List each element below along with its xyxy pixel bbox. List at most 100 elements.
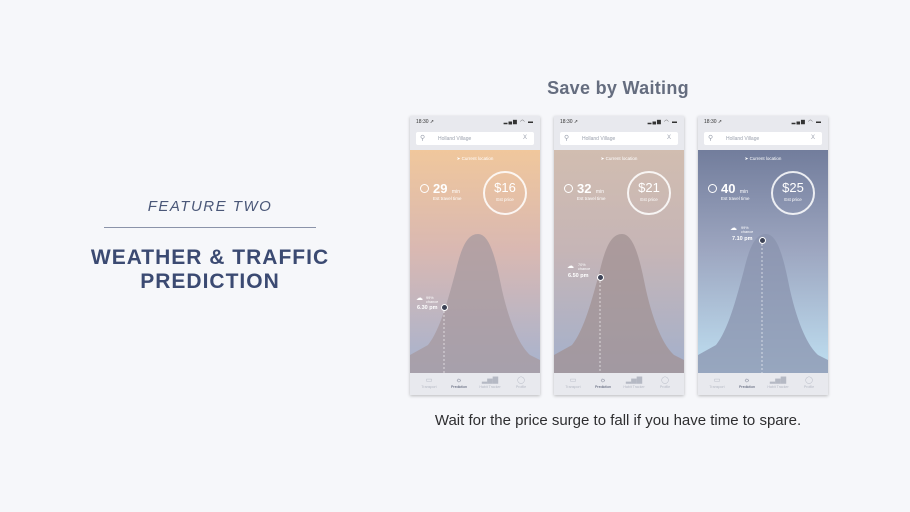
current-location[interactable]: ➤ Current location (698, 156, 828, 162)
price-label: Est price (784, 197, 802, 202)
tab-habit-tracker[interactable]: ▂▅▇ Habit Tracker (765, 376, 791, 389)
tab-label: Profile (659, 385, 671, 389)
tab-label: Prediction (451, 385, 467, 389)
tab-profile[interactable]: ◯ Profile (796, 376, 822, 389)
tab-label: Habit Tracker (479, 385, 501, 389)
tab-label: Transport (421, 385, 437, 389)
tab-label: Profile (803, 385, 815, 389)
price-value: $25 (782, 180, 804, 195)
tab-bar: ▭ Transport ☼ Prediction ▂▅▇ Habit Tracker … (554, 373, 684, 395)
prediction-screen: ➤ Current location 32 min Est travel tim… (554, 150, 684, 373)
caption: Wait for the price surge to fall if you … (434, 412, 802, 429)
cloud-rain-icon: ☁ (416, 295, 423, 302)
tab-transport[interactable]: ▭ Transport (704, 376, 730, 389)
chart-icon: ▂▅▇ (769, 377, 787, 384)
price-value: $16 (494, 180, 516, 195)
profile-icon: ◯ (805, 377, 813, 384)
status-bar: 18:30 ➚ ▂▄▆ ◠ ▬ (698, 116, 828, 128)
search-input[interactable]: ⚲ Holland Village X (416, 132, 534, 145)
price-label: Est price (640, 197, 658, 202)
bus-icon: ▭ (713, 377, 721, 384)
minutes-value: 29 (433, 181, 448, 196)
price-label: Est price (496, 197, 514, 202)
minutes-value: 40 (721, 181, 736, 196)
predicted-time: 6.30 pm (417, 305, 438, 311)
profile-icon: ◯ (661, 377, 669, 384)
tab-prediction[interactable]: ☼ Prediction (590, 376, 616, 389)
search-input[interactable]: ⚲ Holland Village X (560, 132, 678, 145)
signal-wifi-battery-icon: ▂▄▆ ◠ ▬ (791, 119, 822, 125)
clear-icon[interactable]: X (667, 135, 671, 141)
clock-icon (708, 184, 717, 193)
tab-habit-tracker[interactable]: ▂▅▇ Habit Tracker (621, 376, 647, 389)
status-bar: 18:30 ➚ ▂▄▆ ◠ ▬ (410, 116, 540, 128)
location-pin-icon: ⚲ (708, 135, 714, 142)
chart-icon: ▂▅▇ (481, 377, 499, 384)
tab-profile[interactable]: ◯ Profile (508, 376, 534, 389)
current-location[interactable]: ➤ Current location (410, 156, 540, 162)
section-title: Save by Waiting (547, 78, 689, 98)
cloud-rain-icon: ☁ (567, 263, 574, 270)
tab-profile[interactable]: ◯ Profile (652, 376, 678, 389)
current-location[interactable]: ➤ Current location (554, 156, 684, 162)
feature-label: FEATURE TWO (147, 198, 273, 215)
clock-icon (564, 184, 573, 193)
tab-transport[interactable]: ▭ Transport (560, 376, 586, 389)
prediction-screen: ➤ Current location 40 min Est travel tim… (698, 150, 828, 373)
predicted-time: 7.10 pm (732, 236, 753, 242)
travel-time-label: Est travel time (577, 196, 606, 201)
tab-label: Transport (565, 385, 581, 389)
phone-mockup-2: 18:30 ➚ ▂▄▆ ◠ ▬ ⚲ Holland Village X ➤ Cu… (554, 116, 684, 395)
time-marker[interactable] (759, 237, 766, 244)
minutes-value: 32 (577, 181, 592, 196)
cloud-storm-icon: ☁ (730, 225, 737, 232)
search-value: Holland Village (582, 135, 616, 142)
tab-prediction[interactable]: ☼ Prediction (446, 376, 472, 389)
sun-icon: ☼ (743, 377, 751, 384)
profile-icon: ◯ (517, 377, 525, 384)
status-time: 18:30 ➚ (416, 119, 435, 125)
tab-prediction[interactable]: ☼ Prediction (734, 376, 760, 389)
feature-heading: FEATURE TWO WEATHER & TRAFFIC PREDICTION (80, 198, 340, 294)
signal-wifi-battery-icon: ▂▄▆ ◠ ▬ (647, 119, 678, 125)
rain-chance: 70% chance (578, 263, 591, 271)
price-value: $21 (638, 180, 660, 195)
status-time: 18:30 ➚ (560, 119, 579, 125)
phone-mockup-3: 18:30 ➚ ▂▄▆ ◠ ▬ ⚲ Holland Village X ➤ Cu… (698, 116, 828, 395)
predicted-time: 6.50 pm (568, 273, 589, 279)
status-bar: 18:30 ➚ ▂▄▆ ◠ ▬ (554, 116, 684, 128)
clear-icon[interactable]: X (811, 135, 815, 141)
feature-title-line1: WEATHER & TRAFFIC (90, 246, 330, 269)
divider (104, 227, 316, 228)
location-pin-icon: ⚲ (564, 135, 570, 142)
rain-chance: 99% chance (741, 226, 754, 234)
search-input[interactable]: ⚲ Holland Village X (704, 132, 822, 145)
tab-habit-tracker[interactable]: ▂▅▇ Habit Tracker (477, 376, 503, 389)
minutes-unit: min (451, 189, 460, 195)
feature-title-line2: PREDICTION (140, 270, 280, 293)
time-marker[interactable] (597, 274, 604, 281)
minutes-unit: min (595, 189, 604, 195)
tab-bar: ▭ Transport ☼ Prediction ▂▅▇ Habit Tracker … (698, 373, 828, 395)
tab-label: Habit Tracker (767, 385, 789, 389)
phone-mockup-1: 18:30 ➚ ▂▄▆ ◠ ▬ ⚲ Holland Village X ➤ Cu… (410, 116, 540, 395)
location-pin-icon: ⚲ (420, 135, 426, 142)
tab-label: Profile (515, 385, 527, 389)
clear-icon[interactable]: X (523, 135, 527, 141)
travel-time-label: Est travel time (433, 196, 462, 201)
status-time: 18:30 ➚ (704, 119, 723, 125)
bus-icon: ▭ (569, 377, 577, 384)
minutes-unit: min (739, 189, 748, 195)
tab-transport[interactable]: ▭ Transport (416, 376, 442, 389)
tab-bar: ▭ Transport ☼ Prediction ▂▅▇ Habit Tracker … (410, 373, 540, 395)
clock-icon (420, 184, 429, 193)
search-value: Holland Village (438, 135, 472, 142)
tab-label: Prediction (739, 385, 755, 389)
search-value: Holland Village (726, 135, 760, 142)
tab-label: Prediction (595, 385, 611, 389)
chart-icon: ▂▅▇ (625, 377, 643, 384)
signal-wifi-battery-icon: ▂▄▆ ◠ ▬ (503, 119, 534, 125)
prediction-screen: ➤ Current location 29 min Est travel tim… (410, 150, 540, 373)
time-marker[interactable] (441, 304, 448, 311)
sun-icon: ☼ (599, 377, 607, 384)
